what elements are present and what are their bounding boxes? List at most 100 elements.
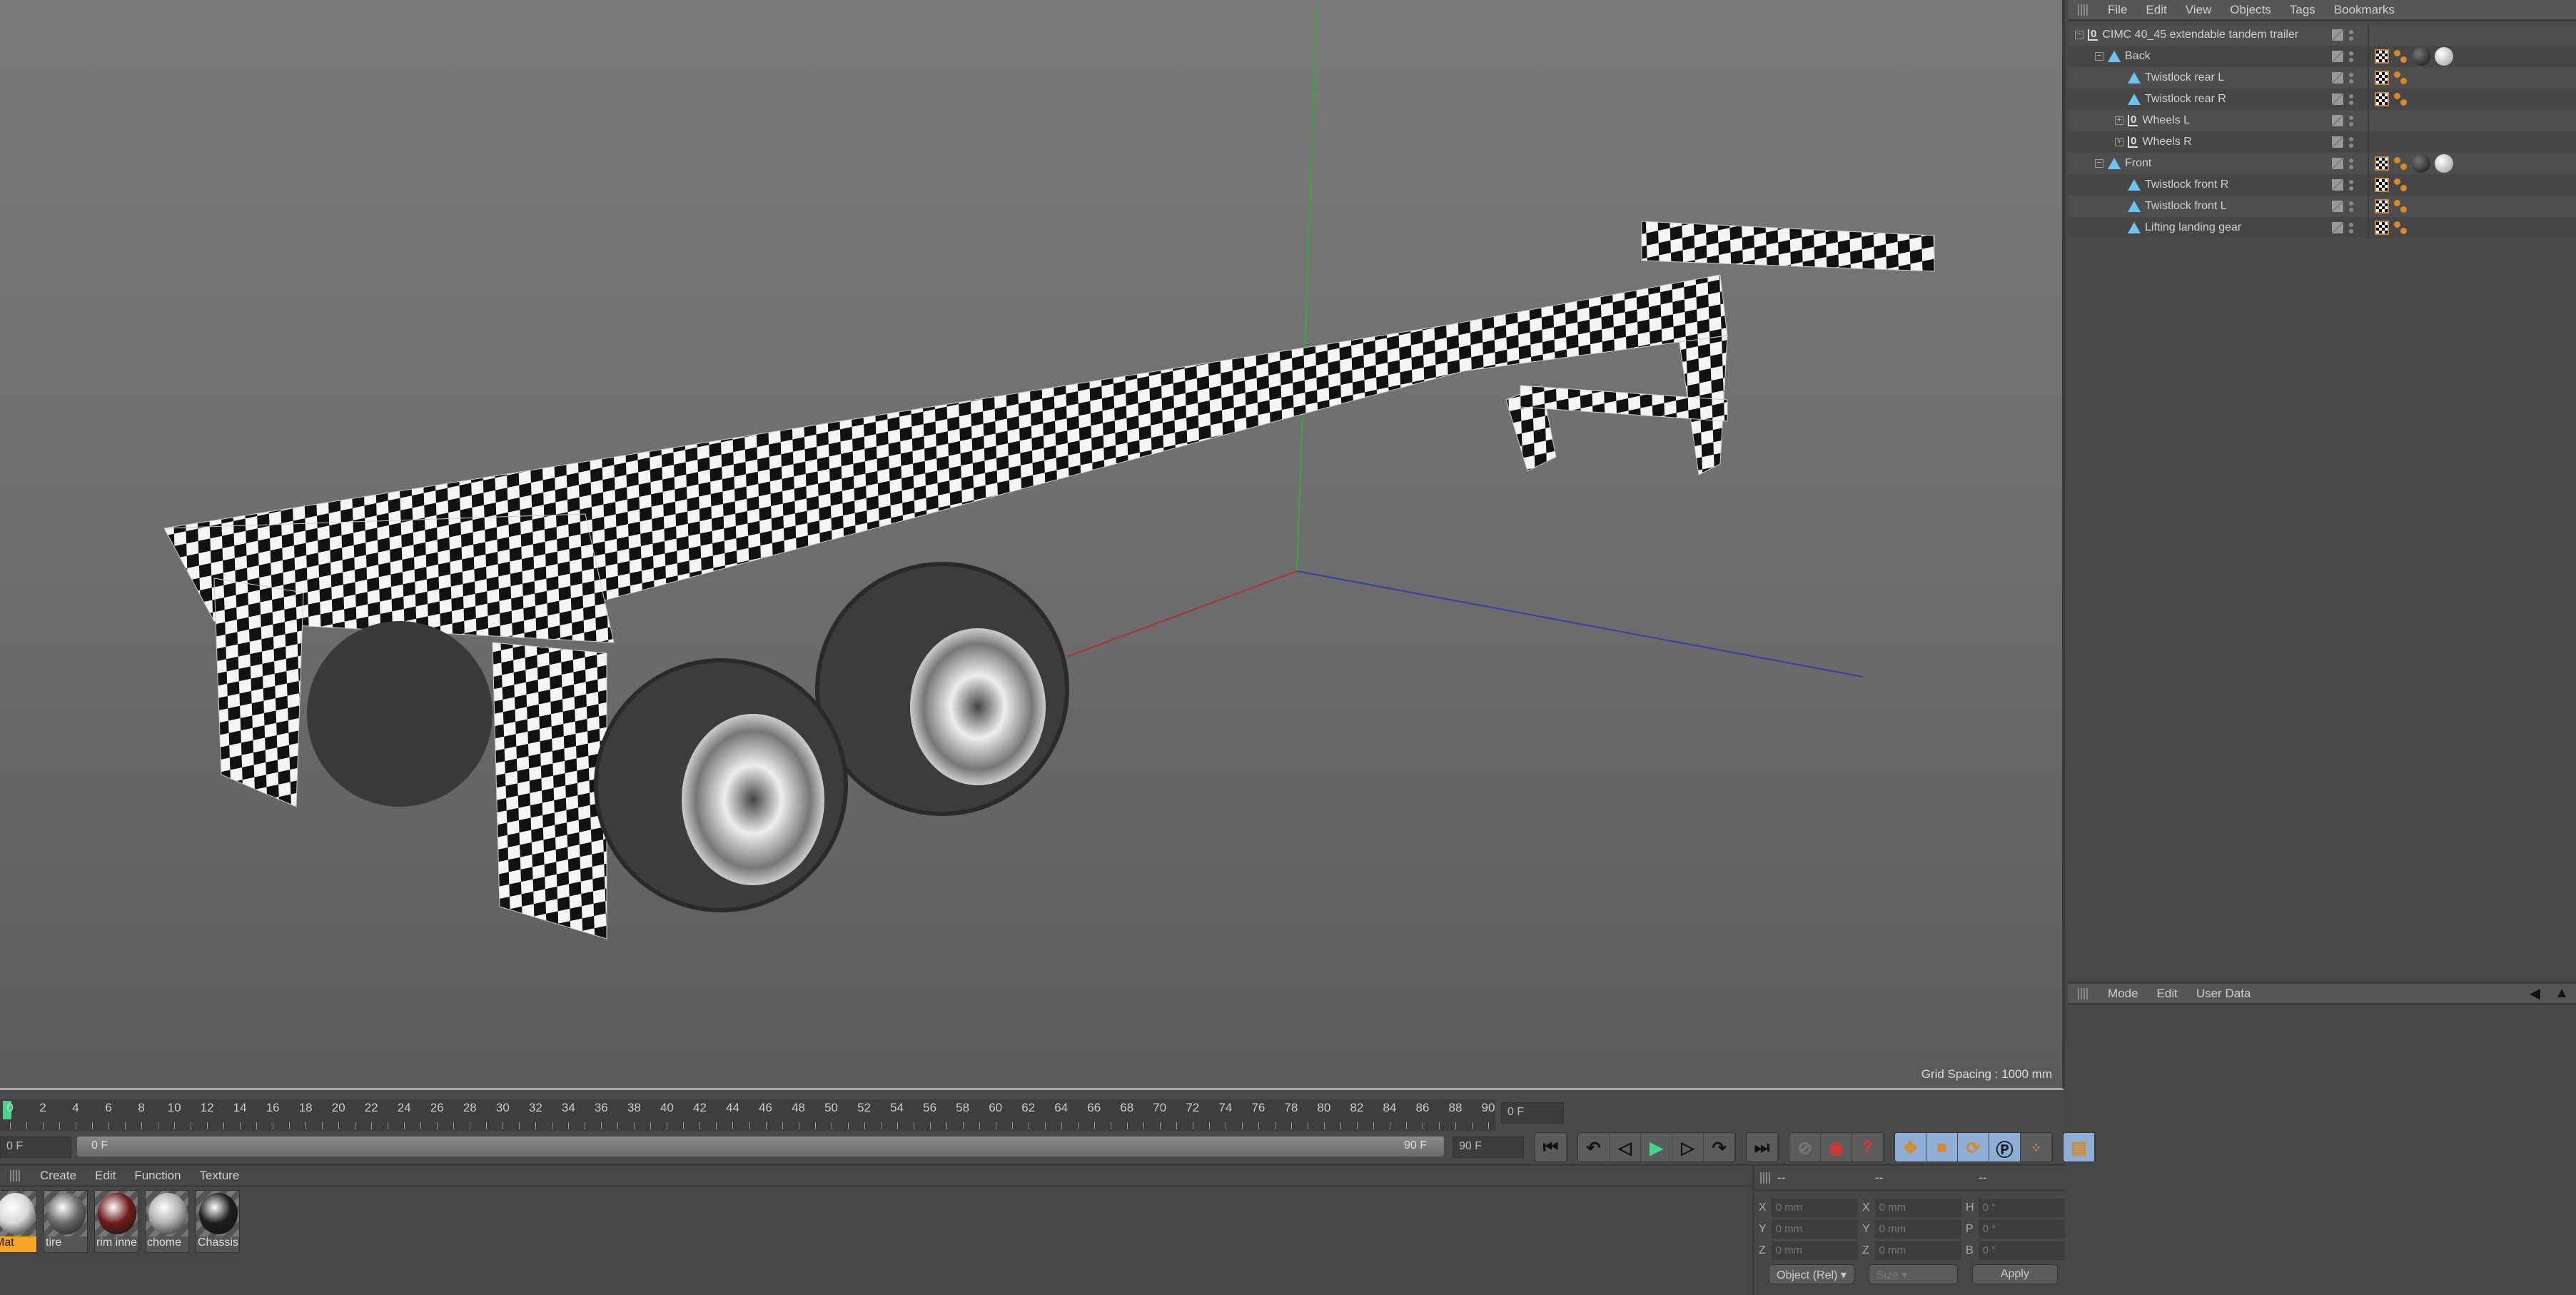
size-mode-dropdown[interactable]: Size ▾ <box>1868 1264 1958 1284</box>
object-name[interactable]: Twistlock front L <box>2145 200 2227 213</box>
visibility-dots-icon[interactable] <box>2349 51 2353 62</box>
layer-icon[interactable] <box>2332 51 2343 62</box>
coordinate-mode-dropdown[interactable]: Object (Rel) ▾ <box>1769 1264 1854 1284</box>
back-arrow-icon[interactable]: ◀ <box>2530 984 2540 1002</box>
timeline-film-button[interactable]: ▤ <box>2064 1133 2095 1162</box>
uvw-tag-icon[interactable] <box>2393 199 2408 213</box>
material-swatch[interactable]: Mat <box>0 1190 37 1253</box>
start-frame-field[interactable]: 0 F <box>0 1137 71 1158</box>
expand-toggle-icon[interactable]: − <box>2095 52 2103 61</box>
up-arrow-icon[interactable]: ▲ <box>2555 985 2569 1002</box>
visibility-dots-icon[interactable] <box>2349 201 2353 212</box>
uvw-tag-icon[interactable] <box>2393 71 2408 85</box>
next-key-button[interactable]: ↷ <box>1704 1133 1735 1162</box>
coordinate-field[interactable]: 0 mm <box>1874 1199 1961 1217</box>
menu-objects[interactable]: Objects <box>2230 3 2271 17</box>
object-name[interactable]: Twistlock rear R <box>2145 93 2226 106</box>
menu-file[interactable]: File <box>2108 3 2127 17</box>
visibility-dots-icon[interactable] <box>2349 222 2353 233</box>
uvw-tag-icon[interactable] <box>2393 178 2408 192</box>
coordinate-field[interactable]: 0 mm <box>1874 1220 1961 1239</box>
menu-create[interactable]: Create <box>40 1169 76 1183</box>
visibility-dots-icon[interactable] <box>2349 115 2353 126</box>
coordinate-field[interactable]: 0 mm <box>1771 1199 1858 1217</box>
record-disabled-icon[interactable]: ⊘ <box>1789 1133 1821 1162</box>
play-button[interactable]: ▶ <box>1641 1133 1672 1162</box>
grip-icon[interactable] <box>10 1169 21 1181</box>
layer-icon[interactable] <box>2332 29 2343 41</box>
3d-viewport[interactable]: Grid Spacing : 1000 mm <box>0 0 2065 1090</box>
uvw-tag-icon[interactable] <box>2393 49 2408 64</box>
object-row[interactable]: +0 Wheels L <box>2068 110 2576 131</box>
object-row[interactable]: −Twistlock rear R <box>2068 89 2576 110</box>
object-row[interactable]: −0 CIMC 40_45 extendable tandem trailer <box>2068 24 2576 46</box>
material-tag-icon[interactable] <box>2412 47 2430 66</box>
expand-toggle-icon[interactable]: − <box>2075 31 2083 39</box>
autokey-help-button[interactable]: ? <box>1852 1133 1884 1162</box>
timeline-ruler[interactable]: 0 2 4 6 8 10 12 14 16 18 20 22 24 26 28 30 32 34 36 38 40 42 4… <box>0 1099 1495 1131</box>
object-name[interactable]: CIMC 40_45 extendable tandem trailer <box>2102 29 2298 41</box>
visibility-dots-icon[interactable] <box>2349 179 2353 191</box>
end-frame-field[interactable]: 90 F <box>1453 1137 1524 1158</box>
prev-key-button[interactable]: ↶ <box>1578 1133 1610 1162</box>
layer-icon[interactable] <box>2332 201 2343 212</box>
checker-texture-tag-icon[interactable] <box>2375 221 2389 235</box>
object-row[interactable]: −Twistlock front R <box>2068 174 2576 196</box>
uvw-tag-icon[interactable] <box>2393 221 2408 235</box>
current-frame-field[interactable]: 0 F <box>1501 1102 1564 1124</box>
menu-user-data[interactable]: User Data <box>2196 987 2251 1001</box>
layer-icon[interactable] <box>2332 136 2343 148</box>
menu-function[interactable]: Function <box>134 1169 181 1183</box>
key-parameter-button[interactable]: Ⓟ <box>1989 1133 2021 1162</box>
layer-icon[interactable] <box>2332 115 2343 126</box>
coordinate-field[interactable]: 0 mm <box>1771 1241 1858 1260</box>
menu-edit[interactable]: Edit <box>95 1169 116 1183</box>
frame-range-slider[interactable]: 0 F 90 F <box>77 1137 1444 1157</box>
object-name[interactable]: Wheels R <box>2142 136 2191 148</box>
material-tag-icon[interactable] <box>2412 154 2430 173</box>
grip-icon[interactable] <box>2078 987 2089 999</box>
menu-tags[interactable]: Tags <box>2290 3 2315 17</box>
material-swatch[interactable]: tire <box>44 1190 88 1253</box>
menu-edit[interactable]: Edit <box>2146 3 2166 17</box>
layer-icon[interactable] <box>2332 179 2343 191</box>
checker-texture-tag-icon[interactable] <box>2375 92 2389 106</box>
layer-icon[interactable] <box>2332 94 2343 105</box>
visibility-dots-icon[interactable] <box>2349 29 2353 41</box>
key-rotation-button[interactable]: ⟳ <box>1958 1133 1989 1162</box>
checker-texture-tag-icon[interactable] <box>2375 178 2389 192</box>
material-tag-icon[interactable] <box>2435 154 2453 173</box>
expand-toggle-icon[interactable]: + <box>2115 116 2123 125</box>
menu-bookmarks[interactable]: Bookmarks <box>2334 3 2395 17</box>
object-row[interactable]: −Lifting landing gear <box>2068 217 2576 238</box>
uvw-tag-icon[interactable] <box>2393 92 2408 106</box>
uvw-tag-icon[interactable] <box>2393 156 2408 171</box>
grip-icon[interactable] <box>2078 4 2089 16</box>
object-row[interactable]: +0 Wheels R <box>2068 131 2576 153</box>
expand-toggle-icon[interactable]: − <box>2095 159 2103 168</box>
coordinate-field[interactable]: 0 mm <box>1771 1220 1858 1239</box>
object-row[interactable]: −Twistlock front L <box>2068 196 2576 217</box>
checker-texture-tag-icon[interactable] <box>2375 199 2389 213</box>
layer-icon[interactable] <box>2332 222 2343 233</box>
menu-texture[interactable]: Texture <box>200 1169 240 1183</box>
go-to-start-button[interactable]: ⏮ <box>1535 1133 1567 1162</box>
material-swatch[interactable]: Chassis <box>196 1190 240 1253</box>
visibility-dots-icon[interactable] <box>2349 94 2353 105</box>
object-name[interactable]: Back <box>2125 50 2151 63</box>
coordinate-field[interactable]: 0 mm <box>1874 1241 1961 1260</box>
object-name[interactable]: Twistlock front R <box>2145 178 2228 191</box>
record-keys-button[interactable]: ◉ <box>1821 1133 1852 1162</box>
grip-icon[interactable] <box>1760 1171 1772 1184</box>
object-name[interactable]: Twistlock rear L <box>2145 71 2224 84</box>
apply-button[interactable]: Apply <box>1971 1264 2058 1284</box>
material-swatch[interactable]: rim inne <box>94 1190 138 1253</box>
layer-icon[interactable] <box>2332 72 2343 84</box>
visibility-dots-icon[interactable] <box>2349 136 2353 148</box>
material-tag-icon[interactable] <box>2435 47 2453 66</box>
expand-toggle-icon[interactable]: + <box>2115 138 2123 146</box>
menu-mode[interactable]: Mode <box>2108 987 2138 1001</box>
visibility-dots-icon[interactable] <box>2349 72 2353 84</box>
material-swatch[interactable]: chome <box>145 1190 189 1253</box>
checker-texture-tag-icon[interactable] <box>2375 71 2389 85</box>
